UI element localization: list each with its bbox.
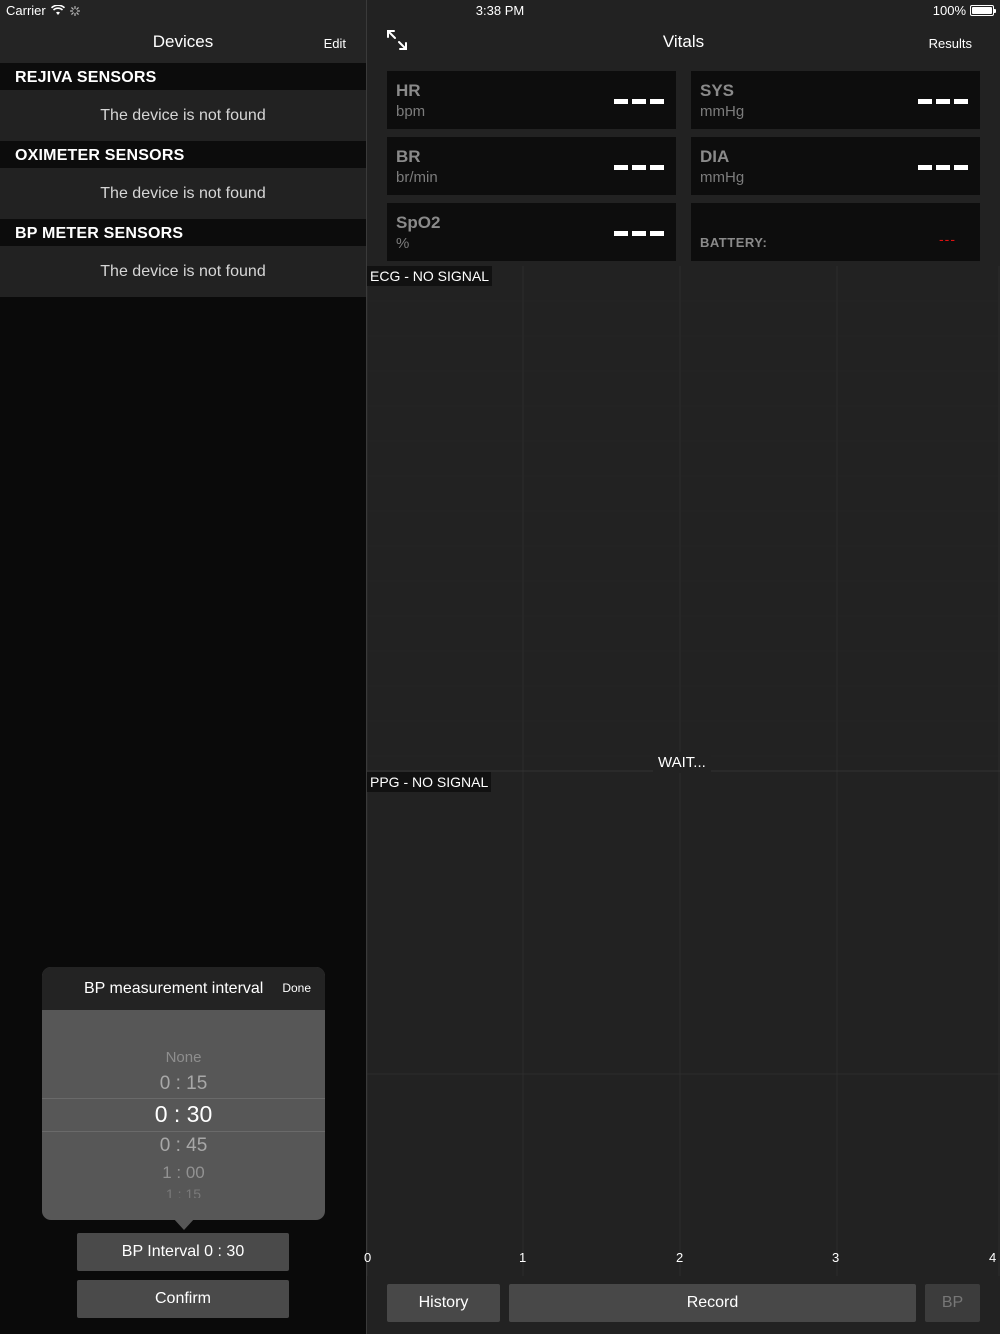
- picker-option[interactable]: 1 : 00: [42, 1163, 325, 1183]
- spo2-unit: %: [396, 235, 410, 252]
- picker-option[interactable]: 1 : 15: [42, 1186, 325, 1198]
- hr-label: HR: [396, 81, 421, 100]
- vitals-panel: Vitals Results HR bpm SYS mmHg BR br/min…: [364, 0, 1000, 1334]
- status-bar: Carrier 3:38 PM 100%: [0, 0, 1000, 22]
- oximeter-device-status: The device is not found: [0, 168, 366, 219]
- ppg-signal-label: PPG - NO SIGNAL: [367, 772, 492, 792]
- dia-unit: mmHg: [700, 169, 745, 186]
- app-root: Devices Edit REJIVA SENSORS The device i…: [0, 0, 1000, 1334]
- picker-selection-bottom-line: [42, 1131, 325, 1132]
- popover-arrow: [173, 1218, 195, 1230]
- section-header-rejiva: REJIVA SENSORS: [0, 63, 366, 90]
- status-right: 100%: [932, 3, 996, 18]
- done-button[interactable]: Done: [282, 981, 311, 995]
- status-time: 3:38 PM: [475, 3, 525, 18]
- hr-unit: bpm: [396, 103, 426, 120]
- vitals-title: Vitals: [662, 32, 705, 51]
- section-header-oximeter: OXIMETER SENSORS: [0, 141, 366, 168]
- bp-button[interactable]: BP: [925, 1284, 980, 1322]
- ecg-signal-label: ECG - NO SIGNAL: [367, 266, 493, 286]
- sys-value-placeholder: [918, 99, 968, 104]
- x-tick-label: 4: [989, 1250, 997, 1265]
- wait-label: WAIT...: [653, 752, 711, 773]
- bp-meter-device-status: The device is not found: [0, 246, 366, 297]
- x-tick-label: 0: [364, 1250, 372, 1265]
- sys-unit: mmHg: [700, 103, 745, 120]
- results-button[interactable]: Results: [929, 36, 972, 51]
- dia-tile: DIA mmHg: [691, 137, 980, 195]
- ecg-fine-grid: [367, 300, 1000, 757]
- section-header-bp-meter: BP METER SENSORS: [0, 219, 366, 246]
- hr-tile: HR bpm: [387, 71, 676, 129]
- devices-title: Devices: [152, 32, 214, 51]
- rejiva-device-status: The device is not found: [0, 90, 366, 141]
- br-label: BR: [396, 147, 421, 166]
- spo2-label: SpO2: [396, 213, 441, 232]
- picker-option-selected[interactable]: 0 : 30: [42, 1101, 325, 1128]
- devices-panel: Devices Edit REJIVA SENSORS The device i…: [0, 0, 366, 1334]
- confirm-button[interactable]: Confirm: [77, 1280, 289, 1318]
- spo2-tile: SpO2 %: [387, 203, 676, 261]
- x-tick-label: 1: [519, 1250, 527, 1265]
- bp-interval-button[interactable]: BP Interval 0 : 30: [77, 1233, 289, 1271]
- popover-header: BP measurement interval Done: [42, 967, 325, 1010]
- dia-label: DIA: [700, 147, 730, 166]
- history-button[interactable]: History: [387, 1284, 500, 1322]
- battery-label: BATTERY:: [700, 235, 768, 250]
- spo2-value-placeholder: [614, 231, 664, 236]
- popover-title: BP measurement interval: [84, 980, 264, 997]
- br-tile: BR br/min: [387, 137, 676, 195]
- record-button[interactable]: Record: [509, 1284, 916, 1322]
- sys-tile: SYS mmHg: [691, 71, 980, 129]
- sys-label: SYS: [700, 81, 735, 100]
- battery-value: ---: [939, 231, 956, 247]
- br-value-placeholder: [614, 165, 664, 170]
- dia-value-placeholder: [918, 165, 968, 170]
- picker-option[interactable]: None: [42, 1049, 325, 1066]
- battery-percent: 100%: [932, 3, 966, 18]
- interval-picker[interactable]: None 0 : 15 0 : 30 0 : 45 1 : 00 1 : 15: [42, 1010, 325, 1220]
- x-tick-label: 3: [832, 1250, 840, 1265]
- picker-selection-top-line: [42, 1098, 325, 1099]
- hr-value-placeholder: [614, 99, 664, 104]
- picker-option[interactable]: 0 : 15: [42, 1073, 325, 1095]
- bp-interval-popover: BP measurement interval Done None 0 : 15…: [42, 967, 325, 1220]
- picker-option[interactable]: 0 : 45: [42, 1135, 325, 1157]
- battery-tile: BATTERY: ---: [691, 203, 980, 261]
- x-tick-label: 2: [676, 1250, 684, 1265]
- battery-icon: [970, 5, 996, 16]
- edit-button[interactable]: Edit: [324, 36, 346, 51]
- br-unit: br/min: [396, 169, 438, 186]
